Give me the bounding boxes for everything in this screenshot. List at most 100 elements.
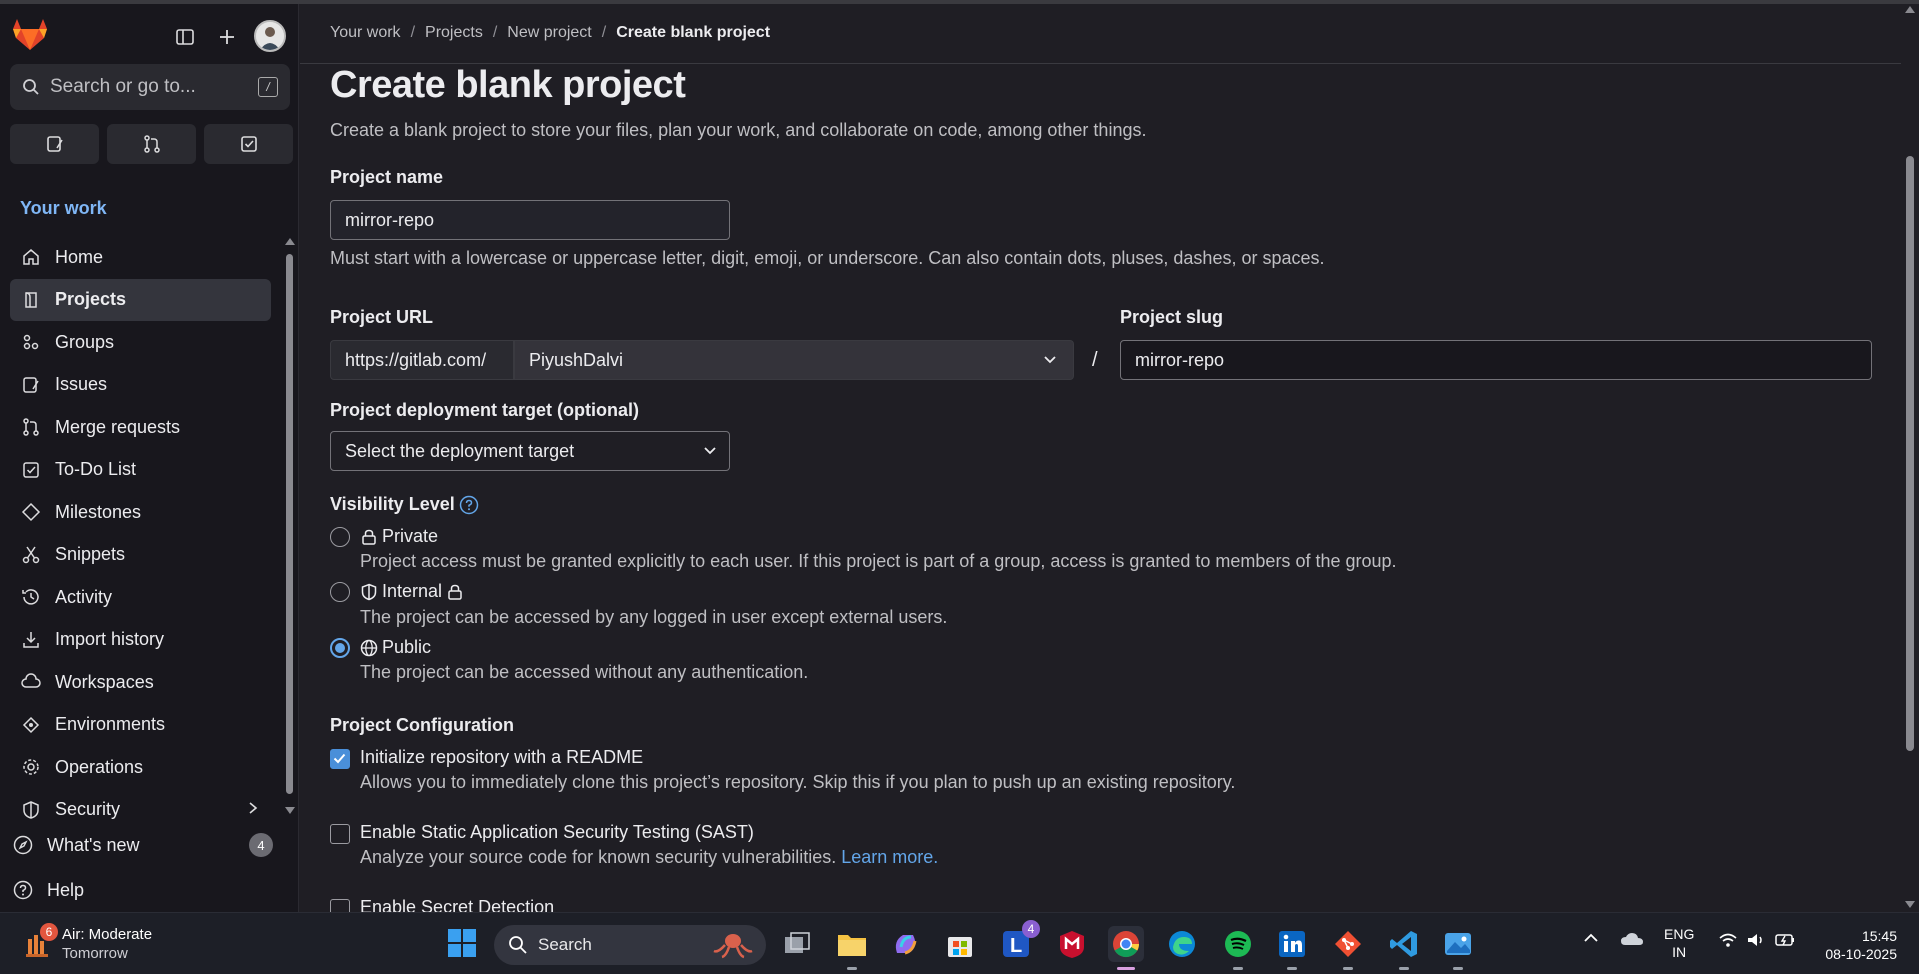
question-icon[interactable] — [459, 495, 479, 515]
project-name-value: mirror-repo — [345, 209, 435, 230]
task-view-app[interactable] — [780, 926, 816, 962]
search-input[interactable]: Search or go to... / — [10, 64, 290, 110]
microsoft-store-app[interactable] — [942, 926, 978, 962]
readme-label[interactable]: Initialize repository with a README — [360, 747, 643, 768]
git-app[interactable] — [1330, 926, 1366, 970]
secret-detection-label[interactable]: Enable Secret Detection — [360, 897, 554, 912]
deployment-target-label: Project deployment target (optional) — [330, 400, 640, 420]
breadcrumb-your-work[interactable]: Your work — [330, 24, 401, 42]
visibility-internal-desc: The project can be accessed by any logge… — [360, 607, 948, 627]
sidebar-item-projects[interactable]: Projects — [10, 278, 271, 321]
user-avatar[interactable] — [254, 20, 286, 52]
l-app[interactable]: L 4 — [998, 920, 1040, 962]
breadcrumb-current[interactable]: Create blank project — [616, 24, 770, 42]
merge-requests-button[interactable] — [107, 124, 196, 164]
vscode-app[interactable] — [1386, 926, 1422, 970]
project-url-prefix: https://gitlab.com/ — [330, 340, 514, 380]
sast-checkbox[interactable] — [330, 824, 350, 844]
readme-checkbox[interactable] — [330, 749, 350, 769]
sidebar-item-groups[interactable]: Groups — [10, 321, 271, 364]
merge-request-icon — [143, 135, 160, 153]
volume-icon — [1746, 931, 1766, 949]
file-explorer-app[interactable] — [834, 926, 870, 970]
create-new-icon[interactable] — [212, 22, 242, 52]
gitlab-logo-icon[interactable] — [12, 18, 50, 52]
sidebar-item-operations[interactable]: Operations — [10, 746, 271, 789]
sidebar-item-merge-requests[interactable]: Merge requests — [10, 406, 271, 449]
edge-app[interactable] — [1164, 926, 1200, 962]
sast-label[interactable]: Enable Static Application Security Testi… — [360, 822, 754, 843]
taskbar-search[interactable]: Search — [494, 925, 766, 965]
weather-badge: 6 — [40, 923, 58, 941]
sidebar-item-milestones[interactable]: Milestones — [10, 491, 271, 534]
language-indicator[interactable]: ENG IN — [1664, 925, 1694, 961]
sidebar-item-home[interactable]: Home — [10, 236, 271, 279]
sidebar-item-import-history[interactable]: Import history — [10, 619, 271, 662]
project-slug-label: Project slug — [1120, 307, 1224, 327]
visibility-private-option[interactable]: Private — [330, 526, 438, 547]
mcafee-app[interactable] — [1054, 926, 1090, 962]
linkedin-app[interactable] — [1274, 926, 1310, 970]
copilot-app[interactable] — [888, 926, 924, 962]
sidebar-item-environments[interactable]: Environments — [10, 704, 271, 747]
project-name-input[interactable]: mirror-repo — [330, 200, 730, 240]
todo-icon — [20, 459, 42, 481]
onedrive-icon[interactable] — [1620, 931, 1644, 947]
help-label: Help — [47, 879, 85, 900]
visibility-public-option[interactable]: Public — [330, 637, 431, 658]
todo-button[interactable] — [204, 124, 293, 164]
sidebar-item-label: Activity — [55, 586, 113, 607]
issues-icon — [46, 136, 63, 152]
visibility-internal-label: Internal — [382, 581, 443, 601]
sidebar: Search or go to... / Your work Home Proj… — [0, 4, 299, 912]
namespace-select[interactable]: PiyushDalvi — [514, 340, 1074, 380]
learn-more-link[interactable]: Learn more. — [841, 847, 938, 867]
visibility-level-label: Visibility Level — [330, 494, 479, 515]
chevron-right-icon — [247, 801, 259, 815]
project-slug-input[interactable]: mirror-repo — [1120, 340, 1872, 380]
taskbar-search-label: Search — [538, 935, 592, 954]
main-scrollbar[interactable] — [1901, 4, 1919, 912]
sidebar-item-issues[interactable]: Issues — [10, 364, 271, 407]
help-button[interactable]: Help — [12, 879, 287, 901]
visibility-internal-option[interactable]: Internal — [330, 581, 464, 602]
breadcrumb-projects[interactable]: Projects — [425, 24, 483, 42]
visibility-level-text: Visibility Level — [330, 494, 455, 514]
system-clock[interactable]: 15:45 08-10-2025 — [1825, 927, 1897, 963]
search-placeholder: Search or go to... — [50, 76, 196, 97]
workspace-icon — [20, 671, 42, 693]
photos-app[interactable] — [1440, 926, 1476, 970]
sidebar-item-activity[interactable]: Activity — [10, 576, 271, 619]
secret-detection-checkbox[interactable] — [330, 899, 350, 912]
project-name-label: Project name — [330, 167, 444, 187]
sidebar-item-label: Groups — [55, 331, 115, 352]
chevron-up-icon[interactable] — [1582, 929, 1600, 947]
windows-start-icon[interactable] — [446, 927, 478, 959]
deployment-target-dropdown[interactable]: Select the deployment target — [330, 431, 730, 471]
system-tray[interactable] — [1718, 931, 1796, 949]
sidebar-item-label: Projects — [55, 289, 127, 310]
sidebar-toggle-icon[interactable] — [170, 22, 200, 52]
sidebar-scrollbar[interactable] — [284, 236, 295, 816]
assigned-issues-button[interactable] — [10, 124, 99, 164]
whats-new-label: What's new — [47, 834, 140, 855]
clock-date: 08-10-2025 — [1825, 946, 1897, 962]
weather-icon: 6 — [22, 923, 58, 959]
visibility-internal-radio[interactable] — [330, 581, 350, 602]
visibility-private-radio[interactable] — [330, 526, 350, 547]
sidebar-item-label: Operations — [55, 756, 144, 777]
sidebar-item-label: Environments — [55, 714, 166, 735]
main-content: Your work / Projects / New project / Cre… — [300, 4, 1901, 912]
readme-desc: Allows you to immediately clone this pro… — [360, 772, 1236, 792]
visibility-public-radio[interactable] — [330, 637, 350, 658]
whats-new-button[interactable]: What's new 4 — [12, 833, 287, 857]
sidebar-item-security[interactable]: Security — [10, 789, 271, 832]
breadcrumb-new-project[interactable]: New project — [507, 24, 591, 42]
sidebar-item-todo-list[interactable]: To-Do List — [10, 449, 271, 492]
spotify-app[interactable] — [1220, 926, 1256, 970]
operations-icon — [20, 756, 42, 778]
chrome-app[interactable] — [1108, 926, 1144, 970]
weather-widget[interactable]: 6 Air: Moderate Tomorrow — [22, 923, 152, 963]
sidebar-item-workspaces[interactable]: Workspaces — [10, 661, 271, 704]
sidebar-item-snippets[interactable]: Snippets — [10, 534, 271, 577]
